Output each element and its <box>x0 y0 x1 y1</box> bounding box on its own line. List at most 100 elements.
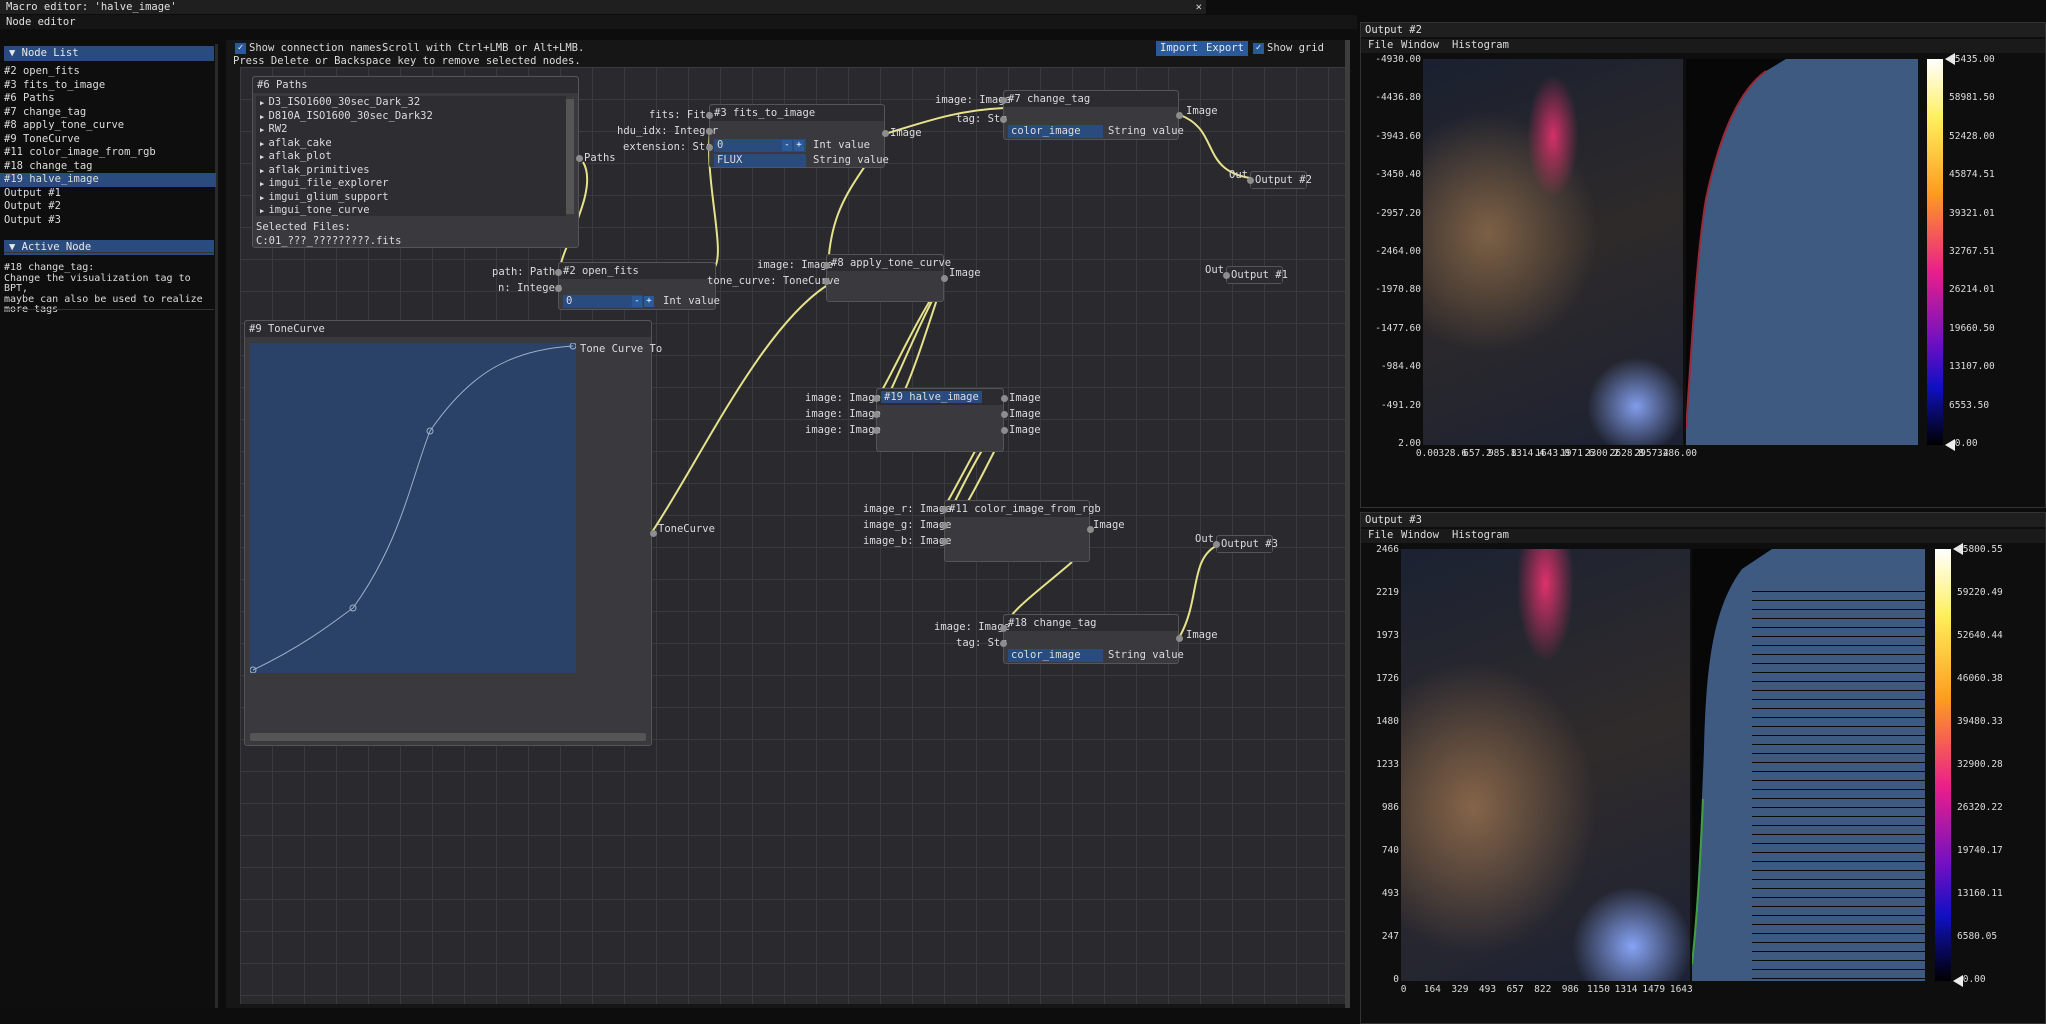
input-pin[interactable] <box>823 278 830 285</box>
file-list-item[interactable]: ▶ aflak_plot <box>256 150 566 164</box>
string-value-field[interactable]: FLUX <box>714 154 806 167</box>
file-list-item-label: RW2 <box>268 123 288 135</box>
output-pin[interactable] <box>941 275 948 282</box>
decrement-button[interactable]: - <box>632 296 642 307</box>
output-pin[interactable] <box>1087 526 1094 533</box>
input-pin[interactable] <box>1000 97 1007 104</box>
file-list-item[interactable]: ▶ imgui_glium_support <box>256 191 566 205</box>
input-pin[interactable] <box>1000 640 1007 647</box>
input-pin[interactable] <box>706 112 713 119</box>
file-list-item[interactable]: ▶ imgui_tone_curve <box>256 204 566 218</box>
output-pin[interactable] <box>576 155 583 162</box>
output-1-node[interactable]: Output #1 Out <box>1205 264 1288 284</box>
file-list-item[interactable]: ▶ aflak_cake <box>256 137 566 151</box>
input-pin[interactable] <box>555 285 562 292</box>
image-view[interactable] <box>1423 59 1683 445</box>
file-list-scrollbar[interactable] <box>566 99 574 214</box>
window-titlebar[interactable]: Output #2 <box>1361 23 2045 37</box>
halve-image-node[interactable]: #19 halve_image image: Image image: Imag… <box>805 388 1041 452</box>
file-list-item-label: imgui_tone_curve <box>268 204 370 216</box>
output-3-node[interactable]: Output #3 Out <box>1195 533 1278 553</box>
window-menubar: File Window Histogram <box>1361 529 2045 543</box>
tone-curve-node[interactable]: #9 ToneCurve Tone Curve To ToneCurve <box>244 320 715 746</box>
int-value-field[interactable]: 0 <box>563 295 643 308</box>
colorbar[interactable] <box>1927 59 1943 445</box>
node-title: Output #2 <box>1251 172 1312 188</box>
change-tag-18-node[interactable]: #18 change_tag image: Image tag: Str col… <box>934 614 1218 664</box>
input-label: Out <box>1229 169 1248 181</box>
horizontal-scrollbar[interactable] <box>250 733 646 741</box>
y-tick-label: 1480 <box>1376 716 1399 727</box>
y-tick-label: 2466 <box>1376 544 1399 555</box>
string-value-field[interactable]: color_image <box>1008 125 1103 138</box>
file-list-item-label: aflak_plot <box>268 150 332 162</box>
file-list-item[interactable]: ▶ aflak_primitives <box>256 164 566 178</box>
increment-button[interactable]: + <box>794 140 804 151</box>
input-pin[interactable] <box>706 144 713 151</box>
input-pin[interactable] <box>1247 177 1254 184</box>
histogram-lines <box>1752 589 1925 981</box>
menu-histogram[interactable]: Histogram <box>1452 529 1509 541</box>
input-pin[interactable] <box>706 128 713 135</box>
file-list-item[interactable]: ▶ D810A_ISO1600_30sec_Dark32 <box>256 110 566 124</box>
colorbar-tick-label: 65800.55 <box>1957 544 2003 555</box>
output-pin[interactable] <box>650 530 657 537</box>
input-pin[interactable] <box>873 411 880 418</box>
input-pin[interactable] <box>1213 541 1220 548</box>
output-2-node[interactable]: Output #2 Out <box>1229 169 1312 189</box>
tone-curve-line <box>252 345 574 671</box>
output-label: Paths <box>584 152 616 164</box>
open-fits-node[interactable]: #2 open_fits path: Paths n: Integer 0 - … <box>492 262 720 310</box>
output-pin[interactable] <box>1176 635 1183 642</box>
file-list[interactable]: ▶ D3_ISO1600_30sec_Dark_32 ▶ D810A_ISO160… <box>256 96 566 216</box>
input-pin[interactable] <box>1000 625 1007 632</box>
input-label: image_g: Image <box>863 519 952 531</box>
file-list-item[interactable]: ▶ RW2 <box>256 123 566 137</box>
paths-node[interactable]: #6 Paths ▶ D3_ISO1600_30sec_Dark_32 ▶ D81… <box>252 76 616 248</box>
input-label: image: Image <box>757 259 833 271</box>
output-label: Image <box>1186 629 1218 641</box>
input-pin[interactable] <box>941 522 948 529</box>
input-pin[interactable] <box>941 538 948 545</box>
histogram-view[interactable] <box>1691 549 1925 981</box>
file-list-item[interactable]: ▶ imgui_file_explorer <box>256 177 566 191</box>
menu-file[interactable]: File <box>1368 529 1393 541</box>
x-tick-label: 1150 <box>1587 984 1610 995</box>
output-2-window[interactable]: Output #2 File Window Histogram -4930.00… <box>1360 22 2046 508</box>
file-list-item[interactable]: ▶ D3_ISO1600_30sec_Dark_32 <box>256 96 566 110</box>
output-pin[interactable] <box>1001 395 1008 402</box>
input-pin[interactable] <box>873 395 880 402</box>
menu-histogram[interactable]: Histogram <box>1452 39 1509 51</box>
input-label: extension: Str <box>623 141 712 153</box>
menu-window[interactable]: Window <box>1401 39 1439 51</box>
node-title: #18 change_tag <box>1004 615 1178 631</box>
output-3-window[interactable]: Output #3 File Window Histogram 2466 2219… <box>1360 512 2046 1024</box>
image-view[interactable] <box>1401 549 1690 981</box>
input-pin[interactable] <box>1000 116 1007 123</box>
string-value-field[interactable]: color_image <box>1008 649 1103 662</box>
change-tag-7-node[interactable]: #7 change_tag image: Image tag: Str colo… <box>935 90 1218 140</box>
node-title: #6 Paths <box>253 77 578 93</box>
output-pin[interactable] <box>1176 112 1183 119</box>
decrement-button[interactable]: - <box>782 140 792 151</box>
menu-window[interactable]: Window <box>1401 529 1439 541</box>
input-pin[interactable] <box>1223 272 1230 279</box>
output-pin[interactable] <box>882 130 889 137</box>
input-pin[interactable] <box>873 427 880 434</box>
fits-to-image-node[interactable]: #3 fits_to_image fits: Fits hdu_idx: Int… <box>617 104 922 168</box>
input-pin[interactable] <box>555 269 562 276</box>
menu-file[interactable]: File <box>1368 39 1393 51</box>
output-pin[interactable] <box>1001 411 1008 418</box>
color-image-from-rgb-node[interactable]: #11 color_image_from_rgb image_r: Image … <box>863 500 1125 562</box>
histogram-view[interactable] <box>1685 59 1918 445</box>
input-pin[interactable] <box>941 506 948 513</box>
input-pin[interactable] <box>823 262 830 269</box>
window-titlebar[interactable]: Output #3 <box>1361 513 2045 527</box>
tone-curve-plot[interactable] <box>249 342 577 674</box>
x-tick-label: 822 <box>1534 984 1552 995</box>
output-pin[interactable] <box>1001 427 1008 434</box>
apply-tone-curve-node[interactable]: #8 apply_tone_curve image: Image tone_cu… <box>707 254 981 302</box>
increment-button[interactable]: + <box>644 296 654 307</box>
colorbar[interactable] <box>1935 549 1951 981</box>
int-value-field[interactable]: 0 <box>714 139 806 152</box>
